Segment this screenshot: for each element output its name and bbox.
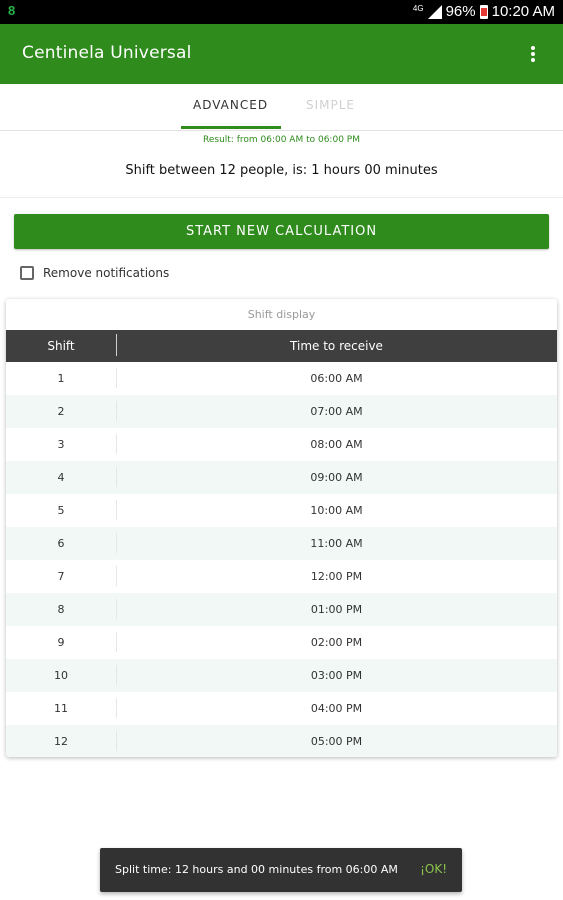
shift-number: 7 bbox=[57, 570, 65, 583]
status-bar: 8 4G 96% 10:20 AM bbox=[0, 0, 563, 24]
receive-time: 02:00 PM bbox=[310, 636, 363, 649]
more-vert-icon[interactable] bbox=[525, 44, 541, 64]
receive-time: 01:00 PM bbox=[310, 603, 363, 616]
divider bbox=[0, 197, 563, 198]
receive-time: 04:00 PM bbox=[310, 702, 363, 715]
card-title: Shift display bbox=[247, 308, 316, 321]
tab-indicator bbox=[181, 126, 281, 129]
table-row: 2 07:00 AM bbox=[6, 395, 557, 428]
snackbar-message: Split time: 12 hours and 00 minutes from… bbox=[115, 863, 398, 876]
shift-number: 5 bbox=[57, 504, 65, 517]
table-row: 5 10:00 AM bbox=[6, 494, 557, 527]
snackbar: Split time: 12 hours and 00 minutes from… bbox=[100, 848, 462, 892]
receive-time: 05:00 PM bbox=[310, 735, 363, 748]
table-body: 1 06:00 AM 2 07:00 AM 3 08:00 AM 4 09:00 AM 5 10:… bbox=[6, 362, 557, 757]
table-row: 10 03:00 PM bbox=[6, 659, 557, 692]
shift-number: 10 bbox=[54, 669, 68, 682]
table-row: 11 04:00 PM bbox=[6, 692, 557, 725]
table-row: 3 08:00 AM bbox=[6, 428, 557, 461]
table-row: 8 01:00 PM bbox=[6, 593, 557, 626]
tab-advanced[interactable]: ADVANCED bbox=[193, 98, 268, 112]
start-new-calculation-button[interactable]: START NEW CALCULATION bbox=[14, 214, 549, 249]
receive-time: 12:00 PM bbox=[310, 570, 363, 583]
table-row: 7 12:00 PM bbox=[6, 560, 557, 593]
result-text: Result: from 06:00 AM to 06:00 PM bbox=[203, 135, 360, 145]
battery-icon bbox=[479, 4, 488, 19]
app-title: Centinela Universal bbox=[22, 43, 192, 63]
shift-number: 4 bbox=[57, 471, 65, 484]
table-row: 6 11:00 AM bbox=[6, 527, 557, 560]
table-row: 9 02:00 PM bbox=[6, 626, 557, 659]
receive-time: 08:00 AM bbox=[310, 438, 363, 451]
shift-number: 6 bbox=[57, 537, 65, 550]
table-header: Shift Time to receive bbox=[6, 330, 557, 362]
shift-number: 9 bbox=[57, 636, 65, 649]
signal-icon bbox=[427, 4, 442, 19]
table-row: 4 09:00 AM bbox=[6, 461, 557, 494]
receive-time: 03:00 PM bbox=[310, 669, 363, 682]
header-shift: Shift bbox=[47, 339, 75, 353]
remove-notifications-checkbox[interactable] bbox=[20, 266, 34, 280]
app-bar: Centinela Universal bbox=[0, 24, 563, 84]
app-notification-icon: 8 bbox=[8, 3, 16, 18]
shift-number: 8 bbox=[57, 603, 65, 616]
shift-number: 2 bbox=[57, 405, 65, 418]
shift-number: 11 bbox=[54, 702, 68, 715]
battery-percentage: 96% bbox=[445, 3, 476, 20]
tab-bar: ADVANCED SIMPLE bbox=[0, 84, 563, 131]
table-row: 12 05:00 PM bbox=[6, 725, 557, 757]
network-type: 4G bbox=[412, 3, 424, 13]
clock: 10:20 AM bbox=[491, 3, 555, 20]
receive-time: 06:00 AM bbox=[310, 372, 363, 385]
shift-number: 12 bbox=[54, 735, 68, 748]
receive-time: 10:00 AM bbox=[310, 504, 363, 517]
tab-simple[interactable]: SIMPLE bbox=[306, 98, 355, 112]
receive-time: 11:00 AM bbox=[310, 537, 363, 550]
header-time-to-receive: Time to receive bbox=[290, 339, 383, 353]
remove-notifications-label: Remove notifications bbox=[43, 266, 170, 280]
shift-summary: Shift between 12 people, is: 1 hours 00 … bbox=[125, 163, 438, 178]
receive-time: 09:00 AM bbox=[310, 471, 363, 484]
receive-time: 07:00 AM bbox=[310, 405, 363, 418]
remove-notifications-row[interactable]: Remove notifications bbox=[20, 266, 169, 280]
shift-number: 1 bbox=[57, 372, 65, 385]
shift-display-card: Shift display Shift Time to receive 1 06:… bbox=[6, 299, 557, 757]
status-icons: 4G 96% 10:20 AM bbox=[413, 3, 555, 20]
shift-number: 3 bbox=[57, 438, 65, 451]
snackbar-ok-button[interactable]: ¡OK! bbox=[420, 862, 447, 876]
table-row: 1 06:00 AM bbox=[6, 362, 557, 395]
